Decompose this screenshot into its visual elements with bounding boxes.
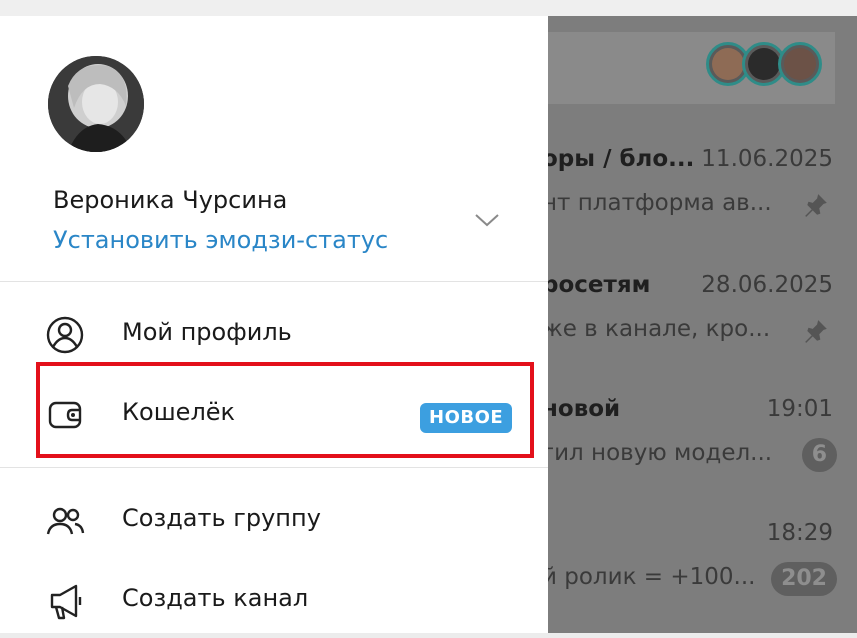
avatar-photo: [48, 56, 144, 152]
chat-preview: гил новую модел...: [548, 440, 773, 466]
divider: [0, 467, 548, 468]
chat-preview: же в канале, кро...: [548, 316, 771, 342]
chat-row[interactable]: росетям 28.06.2025 же в канале, кро...: [548, 272, 857, 392]
side-drawer: Вероника Чурсина Установить эмодзи-стату…: [0, 16, 548, 633]
menu-item-label: Создать канал: [122, 584, 309, 612]
chat-title: оры / бло...: [548, 146, 695, 172]
megaphone-icon: [50, 584, 82, 620]
chat-list-background: оры / бло... 11.06.2025 нт платформа ав.…: [548, 16, 857, 633]
stories-strip[interactable]: [706, 42, 826, 92]
user-name: Вероника Чурсина: [53, 186, 288, 214]
highlight-annotation-box: [36, 362, 534, 458]
unread-count-badge: 6: [801, 438, 837, 472]
window-top-strip: [0, 0, 857, 16]
profile-icon: [46, 316, 84, 354]
chat-row[interactable]: оры / бло... 11.06.2025 нт платформа ав.…: [548, 146, 857, 266]
chevron-down-icon[interactable]: [472, 210, 502, 230]
pin-icon: [805, 194, 827, 217]
chat-preview: нт платформа ав...: [548, 190, 772, 216]
chat-title: новой: [548, 396, 621, 422]
chat-row[interactable]: 18:29 й ролик = +100... 202: [548, 520, 857, 633]
divider: [0, 281, 548, 282]
menu-item-create-channel[interactable]: Создать канал: [0, 564, 548, 638]
unread-count-badge: 202: [771, 562, 837, 596]
menu-item-label: Мой профиль: [122, 318, 292, 346]
menu-item-my-profile[interactable]: Мой профиль: [0, 298, 548, 372]
menu-item-label: Создать группу: [122, 504, 321, 532]
group-icon: [46, 507, 85, 535]
chat-date: 19:01: [766, 396, 833, 422]
avatar[interactable]: [48, 56, 144, 152]
story-avatar[interactable]: [778, 42, 822, 86]
chat-title: росетям: [548, 272, 651, 298]
set-emoji-status-link[interactable]: Установить эмодзи-статус: [53, 226, 388, 254]
chat-row[interactable]: новой 19:01 гил новую модел... 6: [548, 396, 857, 516]
chat-date: 28.06.2025: [701, 272, 833, 298]
chat-date: 11.06.2025: [701, 146, 833, 172]
menu-item-create-group[interactable]: Создать группу: [0, 484, 548, 558]
chat-preview: й ролик = +100...: [548, 564, 756, 590]
chat-date: 18:29: [766, 520, 833, 546]
pin-icon: [805, 320, 827, 343]
